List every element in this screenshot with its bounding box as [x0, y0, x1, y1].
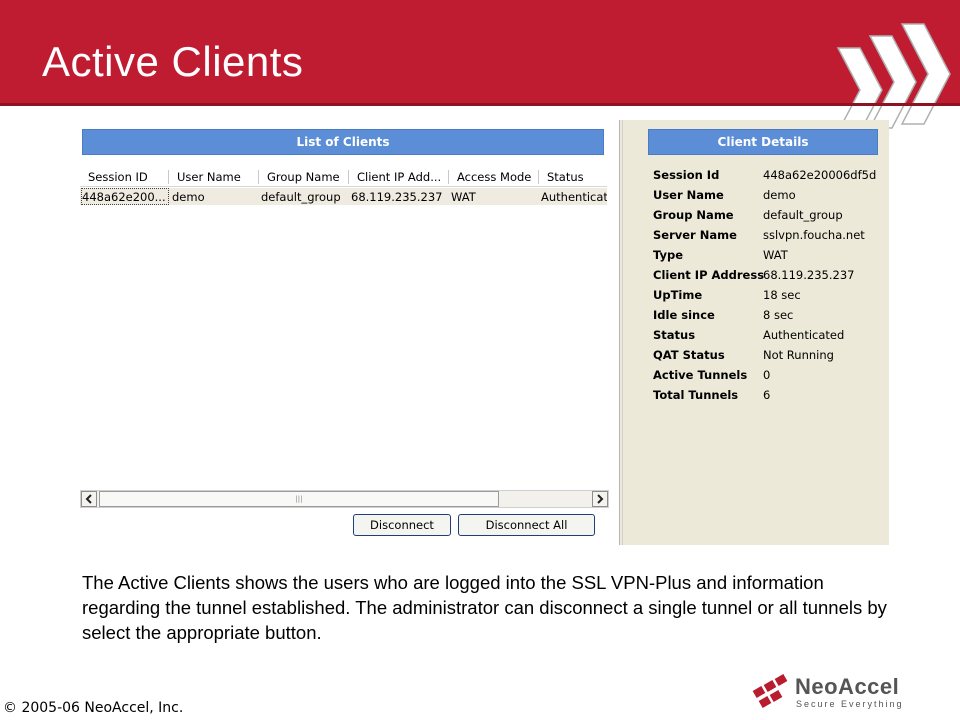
- detail-value: demo: [763, 188, 796, 202]
- copyright-text: © 2005-06 NeoAccel, Inc.: [3, 700, 184, 716]
- slide-title: Active Clients: [42, 38, 304, 85]
- cell-group-name: default_group: [261, 190, 341, 204]
- detail-value: sslvpn.foucha.net: [763, 228, 865, 242]
- detail-value: 8 sec: [763, 308, 794, 322]
- column-divider[interactable]: [348, 170, 349, 184]
- detail-value: WAT: [763, 248, 788, 262]
- detail-value: 6: [763, 388, 771, 402]
- detail-label: UpTime: [653, 288, 703, 302]
- column-divider[interactable]: [168, 170, 169, 184]
- detail-label: Total Tunnels: [653, 388, 739, 402]
- column-divider[interactable]: [538, 170, 539, 184]
- client-details-header: Client Details: [648, 129, 878, 155]
- disconnect-all-button[interactable]: Disconnect All: [458, 514, 595, 536]
- chevron-left-icon: [85, 494, 92, 504]
- detail-label: Type: [653, 248, 684, 262]
- column-divider[interactable]: [448, 170, 449, 184]
- col-access-mode[interactable]: Access Mode: [457, 170, 531, 184]
- client-list-frame: List of Clients Session ID User Name Gro…: [72, 120, 620, 545]
- detail-value: Authenticated: [763, 328, 845, 342]
- col-client-ip[interactable]: Client IP Add...: [357, 170, 441, 184]
- neoaccel-logo: NeoAccel Secure Everything: [750, 672, 950, 714]
- detail-label: Active Tunnels: [653, 368, 748, 382]
- detail-value: default_group: [763, 208, 843, 222]
- horizontal-scrollbar[interactable]: |||: [80, 490, 609, 508]
- detail-value: 18 sec: [763, 288, 801, 302]
- logo-name: NeoAccel: [795, 674, 900, 699]
- logo-tagline: Secure Everything: [796, 699, 904, 709]
- detail-value: 0: [763, 368, 771, 382]
- slide-description: The Active Clients shows the users who a…: [82, 572, 887, 643]
- detail-label: Server Name: [653, 228, 737, 242]
- column-divider[interactable]: [258, 170, 259, 184]
- cell-session-id: 448a62e200...: [81, 188, 169, 205]
- table-header: Session ID User Name Group Name Client I…: [80, 167, 607, 187]
- detail-label: Session Id: [653, 168, 720, 182]
- cell-status: Authenticat: [541, 190, 607, 204]
- detail-label: Idle since: [653, 308, 715, 322]
- col-user-name[interactable]: User Name: [177, 170, 241, 184]
- detail-value: Not Running: [763, 348, 834, 362]
- logo-mark-icon: [752, 674, 788, 708]
- cell-access-mode: WAT: [451, 190, 476, 204]
- detail-value: 448a62e20006df5d: [763, 168, 877, 182]
- scroll-right-button[interactable]: [592, 491, 608, 507]
- scroll-thumb[interactable]: |||: [99, 491, 499, 507]
- disconnect-button[interactable]: Disconnect: [353, 514, 451, 536]
- col-session-id[interactable]: Session ID: [88, 170, 148, 184]
- detail-label: Group Name: [653, 208, 734, 222]
- slide-header: Active Clients: [0, 0, 960, 133]
- cell-client-ip: 68.119.235.237: [351, 190, 443, 204]
- chevron-right-icon: [597, 494, 604, 504]
- table-row[interactable]: 448a62e200... demo default_group 68.119.…: [80, 188, 607, 205]
- cell-user-name: demo: [172, 190, 205, 204]
- list-of-clients-header: List of Clients: [82, 129, 604, 155]
- header-divider: [0, 103, 960, 106]
- detail-label: Status: [653, 328, 696, 342]
- col-group-name[interactable]: Group Name: [267, 170, 340, 184]
- detail-label: User Name: [653, 188, 724, 202]
- client-details-frame: Client Details Session Id 448a62e20006df…: [623, 120, 889, 545]
- scroll-left-button[interactable]: [81, 491, 97, 507]
- detail-label: Client IP Address: [653, 268, 765, 282]
- detail-value: 68.119.235.237: [763, 268, 855, 282]
- col-status[interactable]: Status: [547, 170, 584, 184]
- detail-label: QAT Status: [653, 348, 725, 362]
